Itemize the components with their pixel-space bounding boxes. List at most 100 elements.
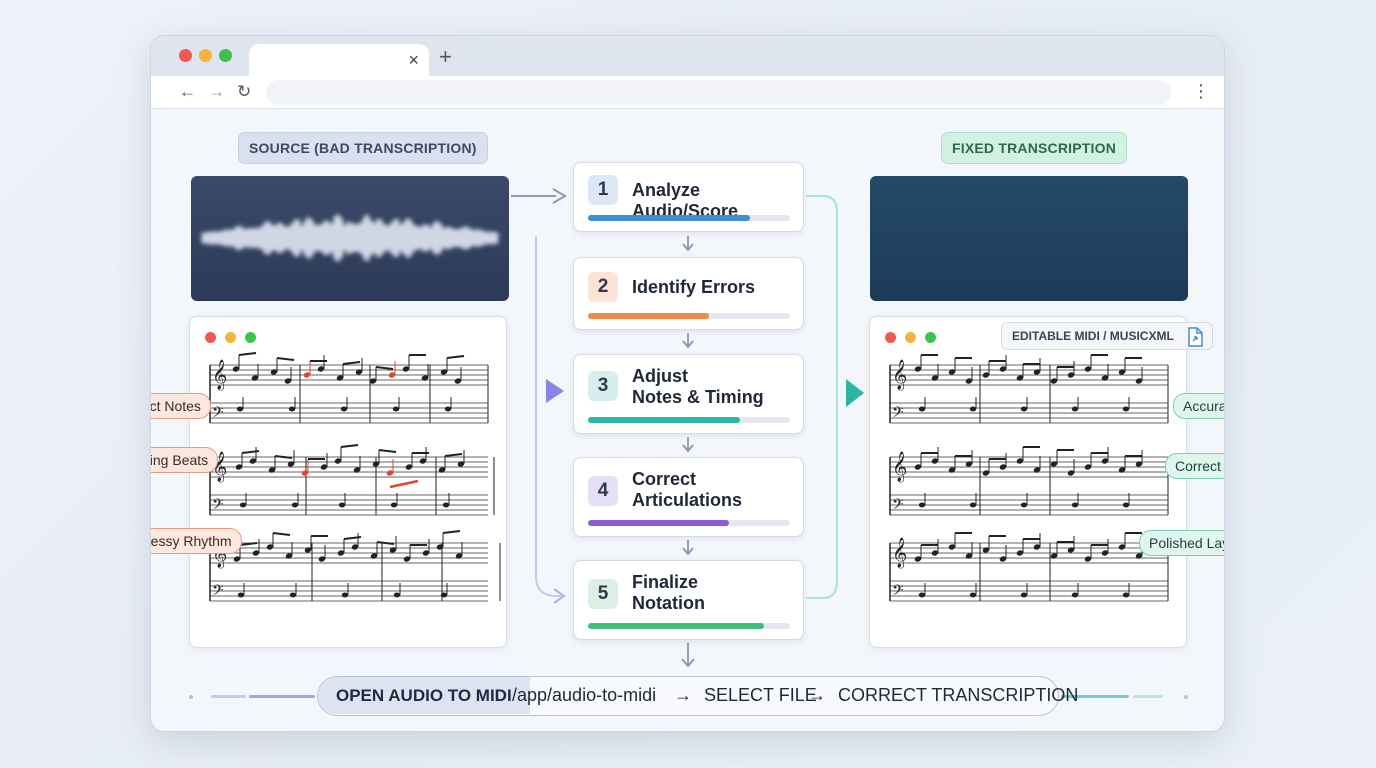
note-head <box>1122 502 1130 508</box>
note-head <box>1122 592 1130 598</box>
callout-accurate-notes: Accurate Notes <box>1173 393 1224 419</box>
correct-transcription-action[interactable]: CORRECT TRANSCRIPTION <box>838 677 1078 714</box>
note-head <box>442 502 450 508</box>
browser-tab[interactable]: × <box>249 44 429 78</box>
bass-clef-icon: 𝄢 <box>212 404 224 425</box>
back-arrow-icon[interactable]: ← <box>179 81 196 103</box>
note-head <box>1020 502 1028 508</box>
bass-clef-icon: 𝄢 <box>892 582 904 603</box>
note-head <box>969 502 977 508</box>
step-5-number: 5 <box>588 579 618 609</box>
step-5-label-text: Finalize Notation <box>632 572 705 613</box>
file-export-icon <box>1188 327 1203 347</box>
note-beam <box>375 366 394 370</box>
tab-close-icon[interactable]: × <box>408 50 419 70</box>
step-1-progress-fill <box>588 215 750 221</box>
step-1-progress-track <box>588 215 790 221</box>
forward-arrow-icon[interactable]: → <box>208 81 225 103</box>
note-beam <box>378 449 397 453</box>
note-beam <box>276 357 295 361</box>
note-head <box>1122 406 1130 412</box>
address-bar[interactable] <box>266 80 1171 105</box>
menu-icon[interactable]: ⋮ <box>1192 81 1210 102</box>
bass-clef-icon: 𝄢 <box>892 496 904 517</box>
command-title: OPEN AUDIO TO MIDI <box>318 677 530 714</box>
fixed-heading: FIXED TRANSCRIPTION <box>941 132 1128 164</box>
step-3-progress-track <box>588 417 790 423</box>
note-head <box>1020 592 1028 598</box>
step-4-progress-fill <box>588 520 730 526</box>
step-2-label: Identify Errors <box>632 277 756 297</box>
note-head <box>289 592 297 598</box>
callout-incorrect-notes: Incorrect Notes <box>151 393 211 419</box>
minimize-window-button[interactable] <box>199 49 212 62</box>
note-beam <box>444 453 463 457</box>
note-head <box>239 502 247 508</box>
bass-clef-icon: 𝄢 <box>892 404 904 425</box>
note-head <box>236 406 244 412</box>
note-beam <box>342 361 361 365</box>
note-head <box>288 406 296 412</box>
note-head <box>338 502 346 508</box>
treble-clef-icon: 𝄞 <box>892 537 907 569</box>
treble-clef-icon: 𝄞 <box>892 359 907 391</box>
note-head <box>1071 406 1079 412</box>
step-2-card[interactable]: 2 Identify Errors <box>573 257 804 330</box>
note-head <box>1071 592 1079 598</box>
arrow-icon: → <box>808 685 826 705</box>
step-4-card[interactable]: 4 Correct Articulations <box>573 457 804 537</box>
step-5-label: Finalize Notation <box>632 572 705 614</box>
reload-icon[interactable]: ↻ <box>237 81 251 103</box>
step-5-card[interactable]: 5 Finalize Notation <box>573 560 804 640</box>
note-head <box>390 502 398 508</box>
bass-clef-icon: 𝄢 <box>212 582 224 603</box>
browser-titlebar: × + <box>151 36 1224 78</box>
step-5-progress-fill <box>588 623 764 629</box>
note-head <box>291 502 299 508</box>
blurred-waveform-graphic <box>201 213 499 263</box>
note-beam <box>272 532 291 536</box>
note-head <box>341 592 349 598</box>
note-head <box>918 406 926 412</box>
editable-format-badge[interactable]: EDITABLE MIDI / MUSICXML <box>1001 322 1213 350</box>
treble-clef-icon: 𝄞 <box>212 359 227 391</box>
new-tab-button[interactable]: + <box>439 46 452 68</box>
note-head <box>237 592 245 598</box>
maximize-window-button[interactable] <box>219 49 232 62</box>
step-2-progress-track <box>588 313 790 319</box>
command-path[interactable]: /app/audio-to-midi <box>512 677 656 714</box>
note-head <box>969 592 977 598</box>
step-4-label-text: Correct Articulations <box>632 469 743 510</box>
step-1-card[interactable]: 1 Analyze Audio/Score <box>573 162 804 232</box>
step-4-number: 4 <box>588 476 618 506</box>
note-head <box>969 406 977 412</box>
step-3-label: Adjust Notes & Timing <box>632 366 764 408</box>
note-beam <box>446 355 465 359</box>
step-1-number: 1 <box>588 175 618 205</box>
note-head <box>440 592 448 598</box>
note-beam <box>442 530 461 534</box>
step-5-progress-track <box>588 623 790 629</box>
clean-waveform-graphic <box>881 195 1183 281</box>
note-head <box>393 592 401 598</box>
callout-correct-timing: Correct Timing <box>1165 453 1224 479</box>
select-file-action[interactable]: SELECT FILE <box>704 677 817 714</box>
callout-missing-beats: Missing Beats <box>151 447 219 473</box>
browser-navbar: ← → ↻ ⋮ <box>151 76 1224 109</box>
browser-window: × + ← → ↻ ⋮ SOURCE (BAD TRANSCRIPTION) F… <box>150 35 1225 732</box>
source-waveform <box>191 176 509 301</box>
command-bar[interactable]: OPEN AUDIO TO MIDI /app/audio-to-midi → … <box>317 676 1078 716</box>
messy-sheet-music: 𝄞𝄢𝄞𝄢𝄞𝄢 <box>209 352 501 603</box>
step-2-progress-fill <box>588 313 710 319</box>
fixed-waveform <box>870 176 1188 301</box>
clean-sheet-music: 𝄞 𝄢 𝄞 𝄢 𝄞 𝄢 <box>889 354 1169 603</box>
step-3-progress-fill <box>588 417 740 423</box>
step-2-number: 2 <box>588 272 618 302</box>
treble-clef-icon: 𝄞 <box>892 451 907 483</box>
note-beam <box>340 444 359 448</box>
close-window-button[interactable] <box>179 49 192 62</box>
step-3-card[interactable]: 3 Adjust Notes & Timing <box>573 354 804 434</box>
step-3-number: 3 <box>588 371 618 401</box>
note-head <box>392 406 400 412</box>
note-head <box>340 406 348 412</box>
